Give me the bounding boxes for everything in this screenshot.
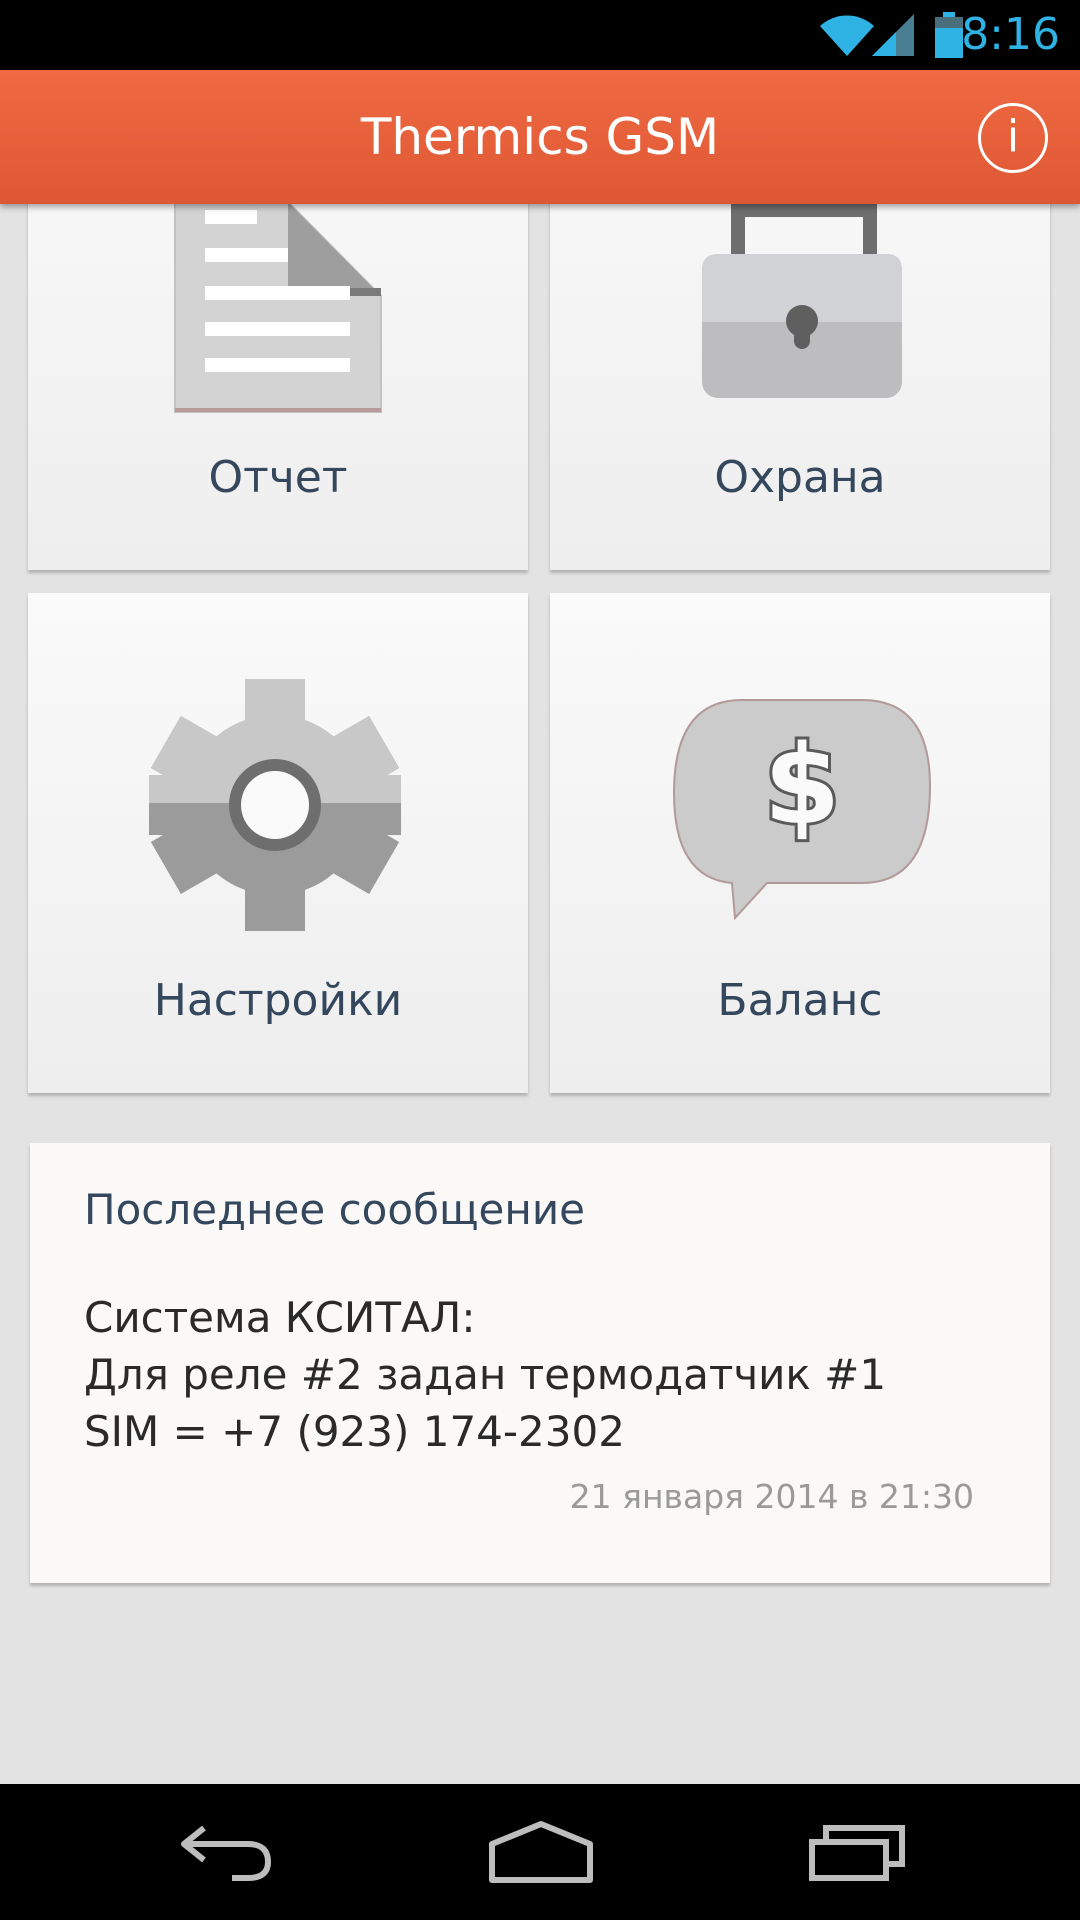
- home-icon[interactable]: [488, 1820, 594, 1884]
- tile-report-label: Отчет: [208, 452, 348, 503]
- message-line: Для реле #2 задан термодатчик #1: [84, 1350, 887, 1399]
- message-date: 21 января 2014 в 21:30: [569, 1477, 974, 1516]
- balance-bubble-icon: $: [672, 699, 932, 921]
- last-message-card[interactable]: Последнее сообщение Система КСИТАЛ: Для …: [30, 1143, 1050, 1583]
- action-bar: Thermics GSM i: [0, 70, 1080, 204]
- tile-security-label: Охрана: [714, 452, 886, 503]
- info-button[interactable]: i: [978, 103, 1048, 173]
- gear-icon: [149, 679, 401, 931]
- document-icon: [174, 201, 382, 413]
- info-icon: i: [1006, 111, 1020, 162]
- wifi-icon: [820, 15, 874, 56]
- status-bar: 8:16: [0, 0, 1080, 70]
- tile-balance[interactable]: $ Баланс: [550, 593, 1050, 1093]
- tile-settings-label: Настройки: [153, 975, 403, 1026]
- message-line: Система КСИТАЛ:: [84, 1293, 476, 1342]
- status-time: 8:16: [961, 9, 1060, 60]
- padlock-icon: [702, 203, 902, 398]
- svg-text:$: $: [764, 721, 841, 849]
- message-line: SIM = +7 (923) 174-2302: [84, 1407, 625, 1456]
- tile-balance-label: Баланс: [717, 975, 883, 1026]
- screen: 8:16 Thermics GSM i Отчет Охрана Настрой…: [0, 0, 1080, 1920]
- tile-settings[interactable]: Настройки: [28, 593, 528, 1093]
- app-title: Thermics GSM: [360, 108, 720, 166]
- last-message-title: Последнее сообщение: [84, 1185, 585, 1234]
- nav-bar: [0, 1784, 1080, 1920]
- battery-icon: [935, 12, 963, 58]
- signal-icon: [872, 14, 914, 56]
- back-icon[interactable]: [178, 1820, 274, 1884]
- recent-apps-icon[interactable]: [808, 1820, 908, 1884]
